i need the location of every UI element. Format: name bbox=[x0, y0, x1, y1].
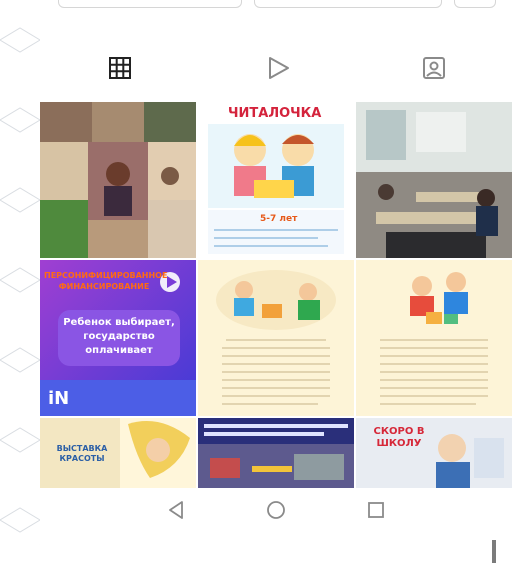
phone-screen: ЧИТАЛОЧКА 5-7 лет ПЕРСОНИФИЦИРОВАННОЕ ФИ… bbox=[40, 0, 512, 563]
post-title: ПЕРСОНИФИЦИРОВАННОЕ ФИНАНСИРОВАНИЕ bbox=[44, 271, 168, 291]
post-thumbnail[interactable] bbox=[40, 102, 196, 258]
post-thumbnail[interactable]: ВЫСТАВКА КРАСОТЫ bbox=[40, 418, 196, 488]
post-title: СКОРО В ШКОЛУ bbox=[373, 426, 425, 449]
profile-button-left[interactable] bbox=[58, 0, 242, 8]
post-thumbnail[interactable]: ЧИТАЛОЧКА 5-7 лет bbox=[198, 102, 354, 258]
post-thumbnail[interactable]: СКОРО В ШКОЛУ bbox=[356, 418, 512, 488]
profile-button-right[interactable] bbox=[454, 0, 496, 8]
post-title: ВЫСТАВКА КРАСОТЫ bbox=[56, 444, 108, 463]
play-icon bbox=[265, 55, 291, 85]
profile-tabs bbox=[40, 50, 512, 90]
post-age-label: 5-7 лет bbox=[260, 214, 298, 224]
nav-recents-button[interactable] bbox=[360, 498, 392, 526]
recents-square-icon bbox=[365, 499, 387, 525]
edge-divider bbox=[492, 540, 496, 563]
post-thumbnail[interactable] bbox=[356, 102, 512, 258]
post-body-text: Ребенок выбирает, государство оплачивает bbox=[63, 317, 175, 356]
post-logo-text: iN bbox=[48, 388, 70, 409]
post-thumbnail[interactable] bbox=[198, 418, 354, 488]
grid-icon bbox=[108, 56, 132, 84]
nav-home-button[interactable] bbox=[260, 498, 292, 526]
post-thumbnail[interactable]: ПЕРСОНИФИЦИРОВАННОЕ ФИНАНСИРОВАНИЕ Ребен… bbox=[40, 260, 196, 416]
tab-tagged[interactable] bbox=[414, 50, 454, 90]
tab-reels[interactable] bbox=[258, 50, 298, 90]
back-triangle-icon bbox=[165, 499, 187, 525]
home-circle-icon bbox=[265, 499, 287, 525]
profile-button-middle[interactable] bbox=[254, 0, 442, 8]
nav-back-button[interactable] bbox=[160, 498, 192, 526]
tab-grid[interactable] bbox=[100, 50, 140, 90]
tagged-person-icon bbox=[421, 55, 447, 85]
post-thumbnail[interactable] bbox=[356, 260, 512, 416]
post-thumbnail[interactable] bbox=[198, 260, 354, 416]
system-navigation-bar bbox=[40, 492, 512, 532]
